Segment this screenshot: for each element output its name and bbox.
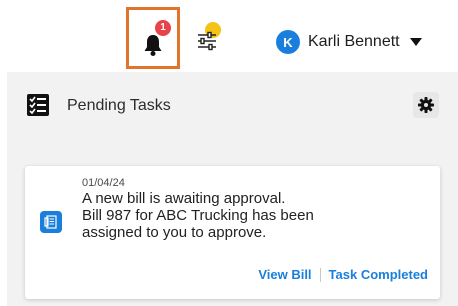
user-name: Karli Bennett [308,33,400,50]
task-message-line: A new bill is awaiting approval. [82,190,286,207]
checklist-icon [27,94,49,116]
task-actions: View Bill Task Completed [258,267,428,282]
task-completed-link[interactable]: Task Completed [329,267,428,282]
task-message: A new bill is awaiting approval. Bill 98… [82,190,422,241]
top-bar: 1 K Karli Bennett [0,0,458,72]
notifications-button[interactable]: 1 [126,7,180,69]
panel-title: Pending Tasks [67,97,171,114]
caret-down-icon [409,38,422,46]
gear-icon [418,97,434,113]
bill-icon [40,211,62,233]
panel-header: Pending Tasks [7,72,458,138]
avatar: K [276,30,300,54]
receipt-glyph [44,215,57,229]
notification-count-badge: 1 [155,20,171,36]
pending-tasks-panel: Pending Tasks 01/04/24 A new bill is awa… [7,72,458,306]
view-bill-link[interactable]: View Bill [258,267,311,282]
bell-icon [144,35,162,56]
panel-settings-button[interactable] [413,92,439,118]
filter-button[interactable] [196,22,226,54]
task-date: 01/04/24 [82,177,125,189]
user-menu[interactable]: K Karli Bennett [276,29,422,55]
sliders-icon [198,31,216,51]
task-card: 01/04/24 A new bill is awaiting approval… [25,166,440,299]
task-message-line: assigned to you to approve. [82,224,267,241]
action-divider [319,267,321,282]
task-message-line: Bill 987 for ABC Trucking has been [82,207,314,224]
